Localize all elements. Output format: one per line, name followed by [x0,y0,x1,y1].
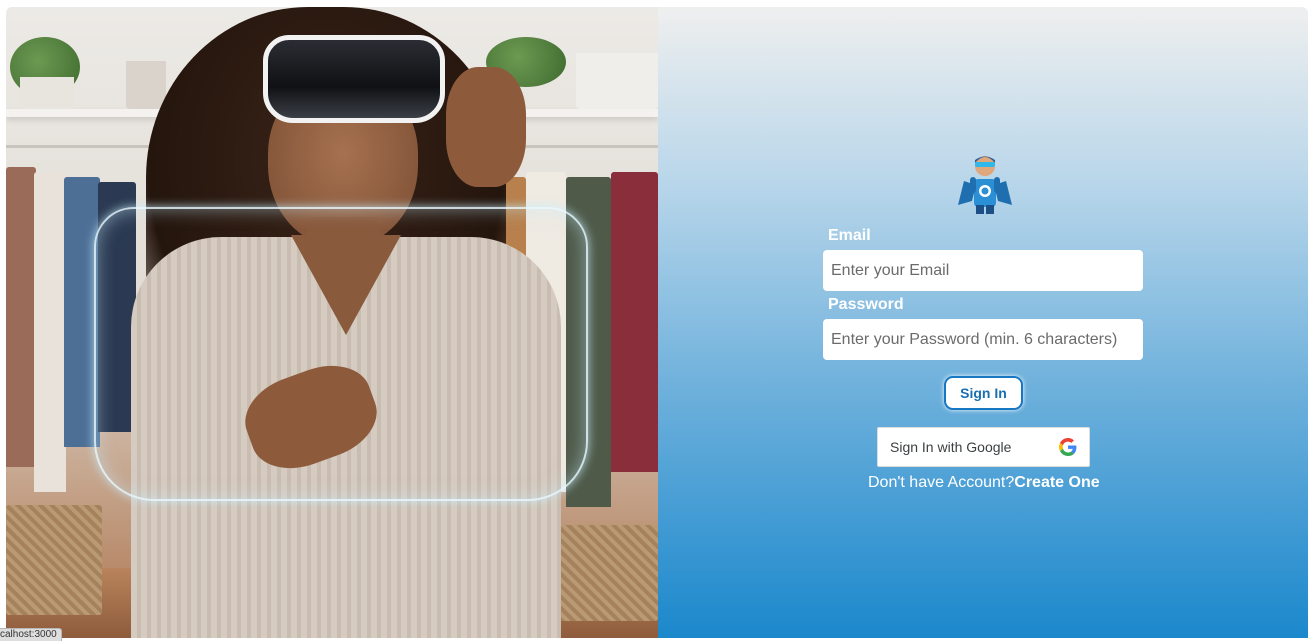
plant-pot [20,77,74,109]
google-signin-label: Sign In with Google [890,439,1012,455]
no-account-text: Don't have Account? [868,474,1015,491]
password-label: Password [828,296,904,313]
hanging-garment [34,172,66,492]
google-signin-button[interactable]: Sign In with Google [877,427,1090,467]
email-input[interactable] [823,250,1143,291]
raised-hand [446,67,526,187]
google-g-icon [1059,438,1077,456]
vr-headset-icon [263,35,445,123]
signin-panel: Email Password Sign In Sign In with Goog… [658,7,1308,638]
status-bar-url: calhost:3000 [0,628,62,641]
create-account-row: Don't have Account?Create One [868,474,1100,492]
signin-button[interactable]: Sign In [944,376,1023,410]
hero-image [6,7,658,638]
picture-frame [126,61,166,109]
password-input[interactable] [823,319,1143,360]
hanging-garment [6,167,36,467]
storage-box [576,53,658,109]
holographic-outline [94,207,588,501]
hanging-garment [611,172,658,472]
app-frame: Email Password Sign In Sign In with Goog… [6,7,1308,638]
wicker-basket [6,505,102,615]
superhero-mascot-icon [958,156,1012,214]
create-account-link[interactable]: Create One [1014,474,1099,491]
email-label: Email [828,227,871,244]
